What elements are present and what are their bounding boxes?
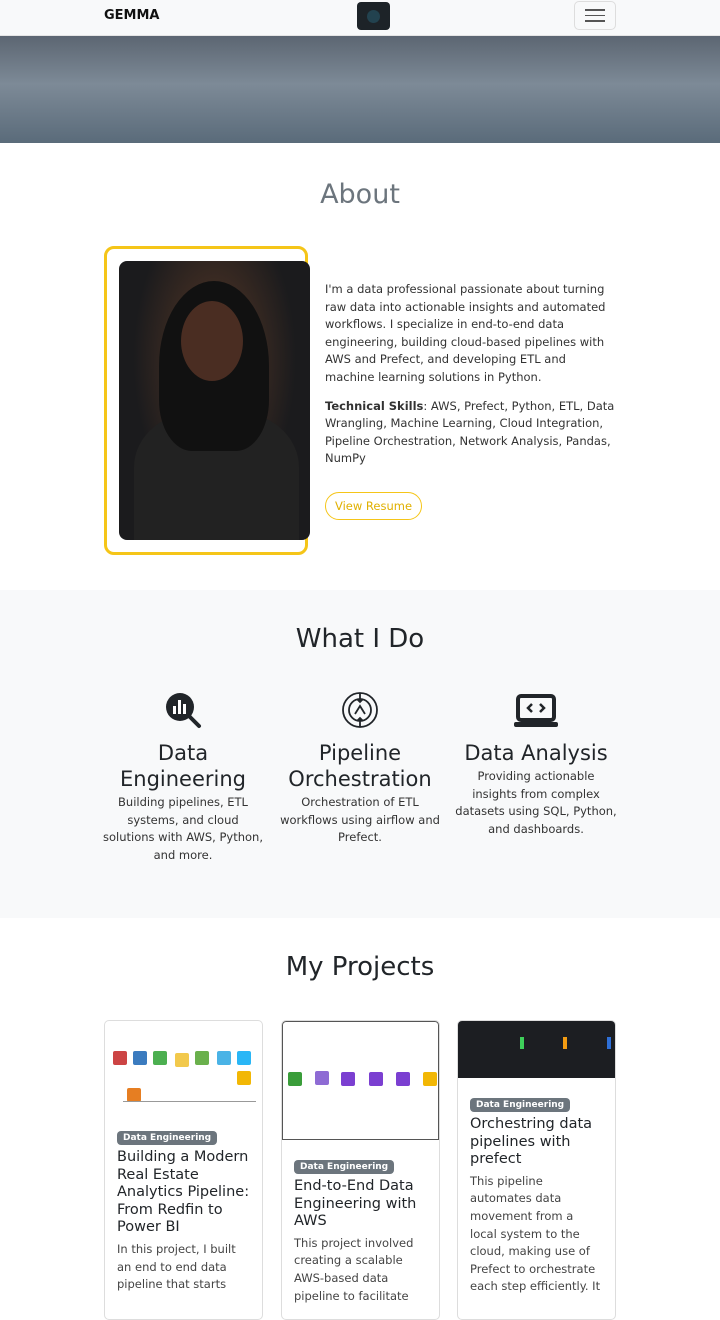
project-card[interactable]: Data Engineering Building a Modern Real … [104,1020,263,1320]
category-badge: Data Engineering [117,1131,218,1145]
project-thumbnail [105,1021,262,1121]
service-title: Data Engineering [120,741,246,791]
hero-banner [0,36,720,143]
project-desc: This project involved creating a scalabl… [294,1235,414,1303]
project-card[interactable]: Data Engineering End-to-End Data Enginee… [281,1020,440,1320]
service-title: Pipeline Orchestration [288,741,432,791]
project-title[interactable]: Building a Modern Real Estate Analytics … [105,1149,262,1237]
about-bio: I'm a data professional passionate about… [325,282,606,384]
project-title[interactable]: Orchestring data pipelines with prefect [458,1116,615,1169]
service-desc: Building pipelines, ETL systems, and clo… [103,795,263,862]
sync-arrows-icon [342,692,378,728]
project-card[interactable]: Data Engineering Orchestring data pipeli… [457,1020,616,1320]
laptop-code-icon [514,694,558,727]
navbar: GEMMA [0,0,720,36]
category-badge: Data Engineering [294,1160,395,1174]
about-title: About [320,179,400,210]
project-desc: In this project, I built an end to end d… [117,1241,236,1292]
project-thumbnail [458,1021,615,1078]
about-skills: Technical Skills: AWS, Prefect, Python, … [325,398,615,466]
service-title: Data Analysis [464,741,608,765]
projects-title: My Projects [285,952,435,982]
service-pipeline-orchestration: Pipeline Orchestration Orchestration of … [278,690,442,847]
projects-section: My Projects Data Engineering Building a … [0,918,720,1320]
chart-magnifier-icon [166,693,201,728]
service-data-engineering: Data Engineering Building pipelines, ETL… [101,690,265,864]
services-title: What I Do [295,624,425,654]
profile-photo-frame [104,246,310,555]
service-desc: Providing actionable insights from compl… [455,769,617,836]
category-badge: Data Engineering [470,1098,571,1112]
project-thumbnail [282,1021,439,1140]
logo[interactable] [357,2,390,30]
hamburger-icon [585,9,605,11]
about-section: About I'm a data professional passionate… [0,143,720,590]
profile-photo [119,261,310,540]
view-resume-button[interactable]: View Resume [325,492,422,520]
brand-link[interactable]: GEMMA [104,8,160,23]
project-desc: This pipeline automates data movement fr… [470,1173,601,1294]
menu-toggle-button[interactable] [574,1,616,30]
service-desc: Orchestration of ETL workflows using air… [280,795,440,845]
service-data-analysis: Data Analysis Providing actionable insig… [454,690,618,838]
what-i-do-section: What I Do Data Engineering Building pipe… [0,590,720,918]
project-title[interactable]: End-to-End Data Engineering with AWS [282,1178,439,1231]
